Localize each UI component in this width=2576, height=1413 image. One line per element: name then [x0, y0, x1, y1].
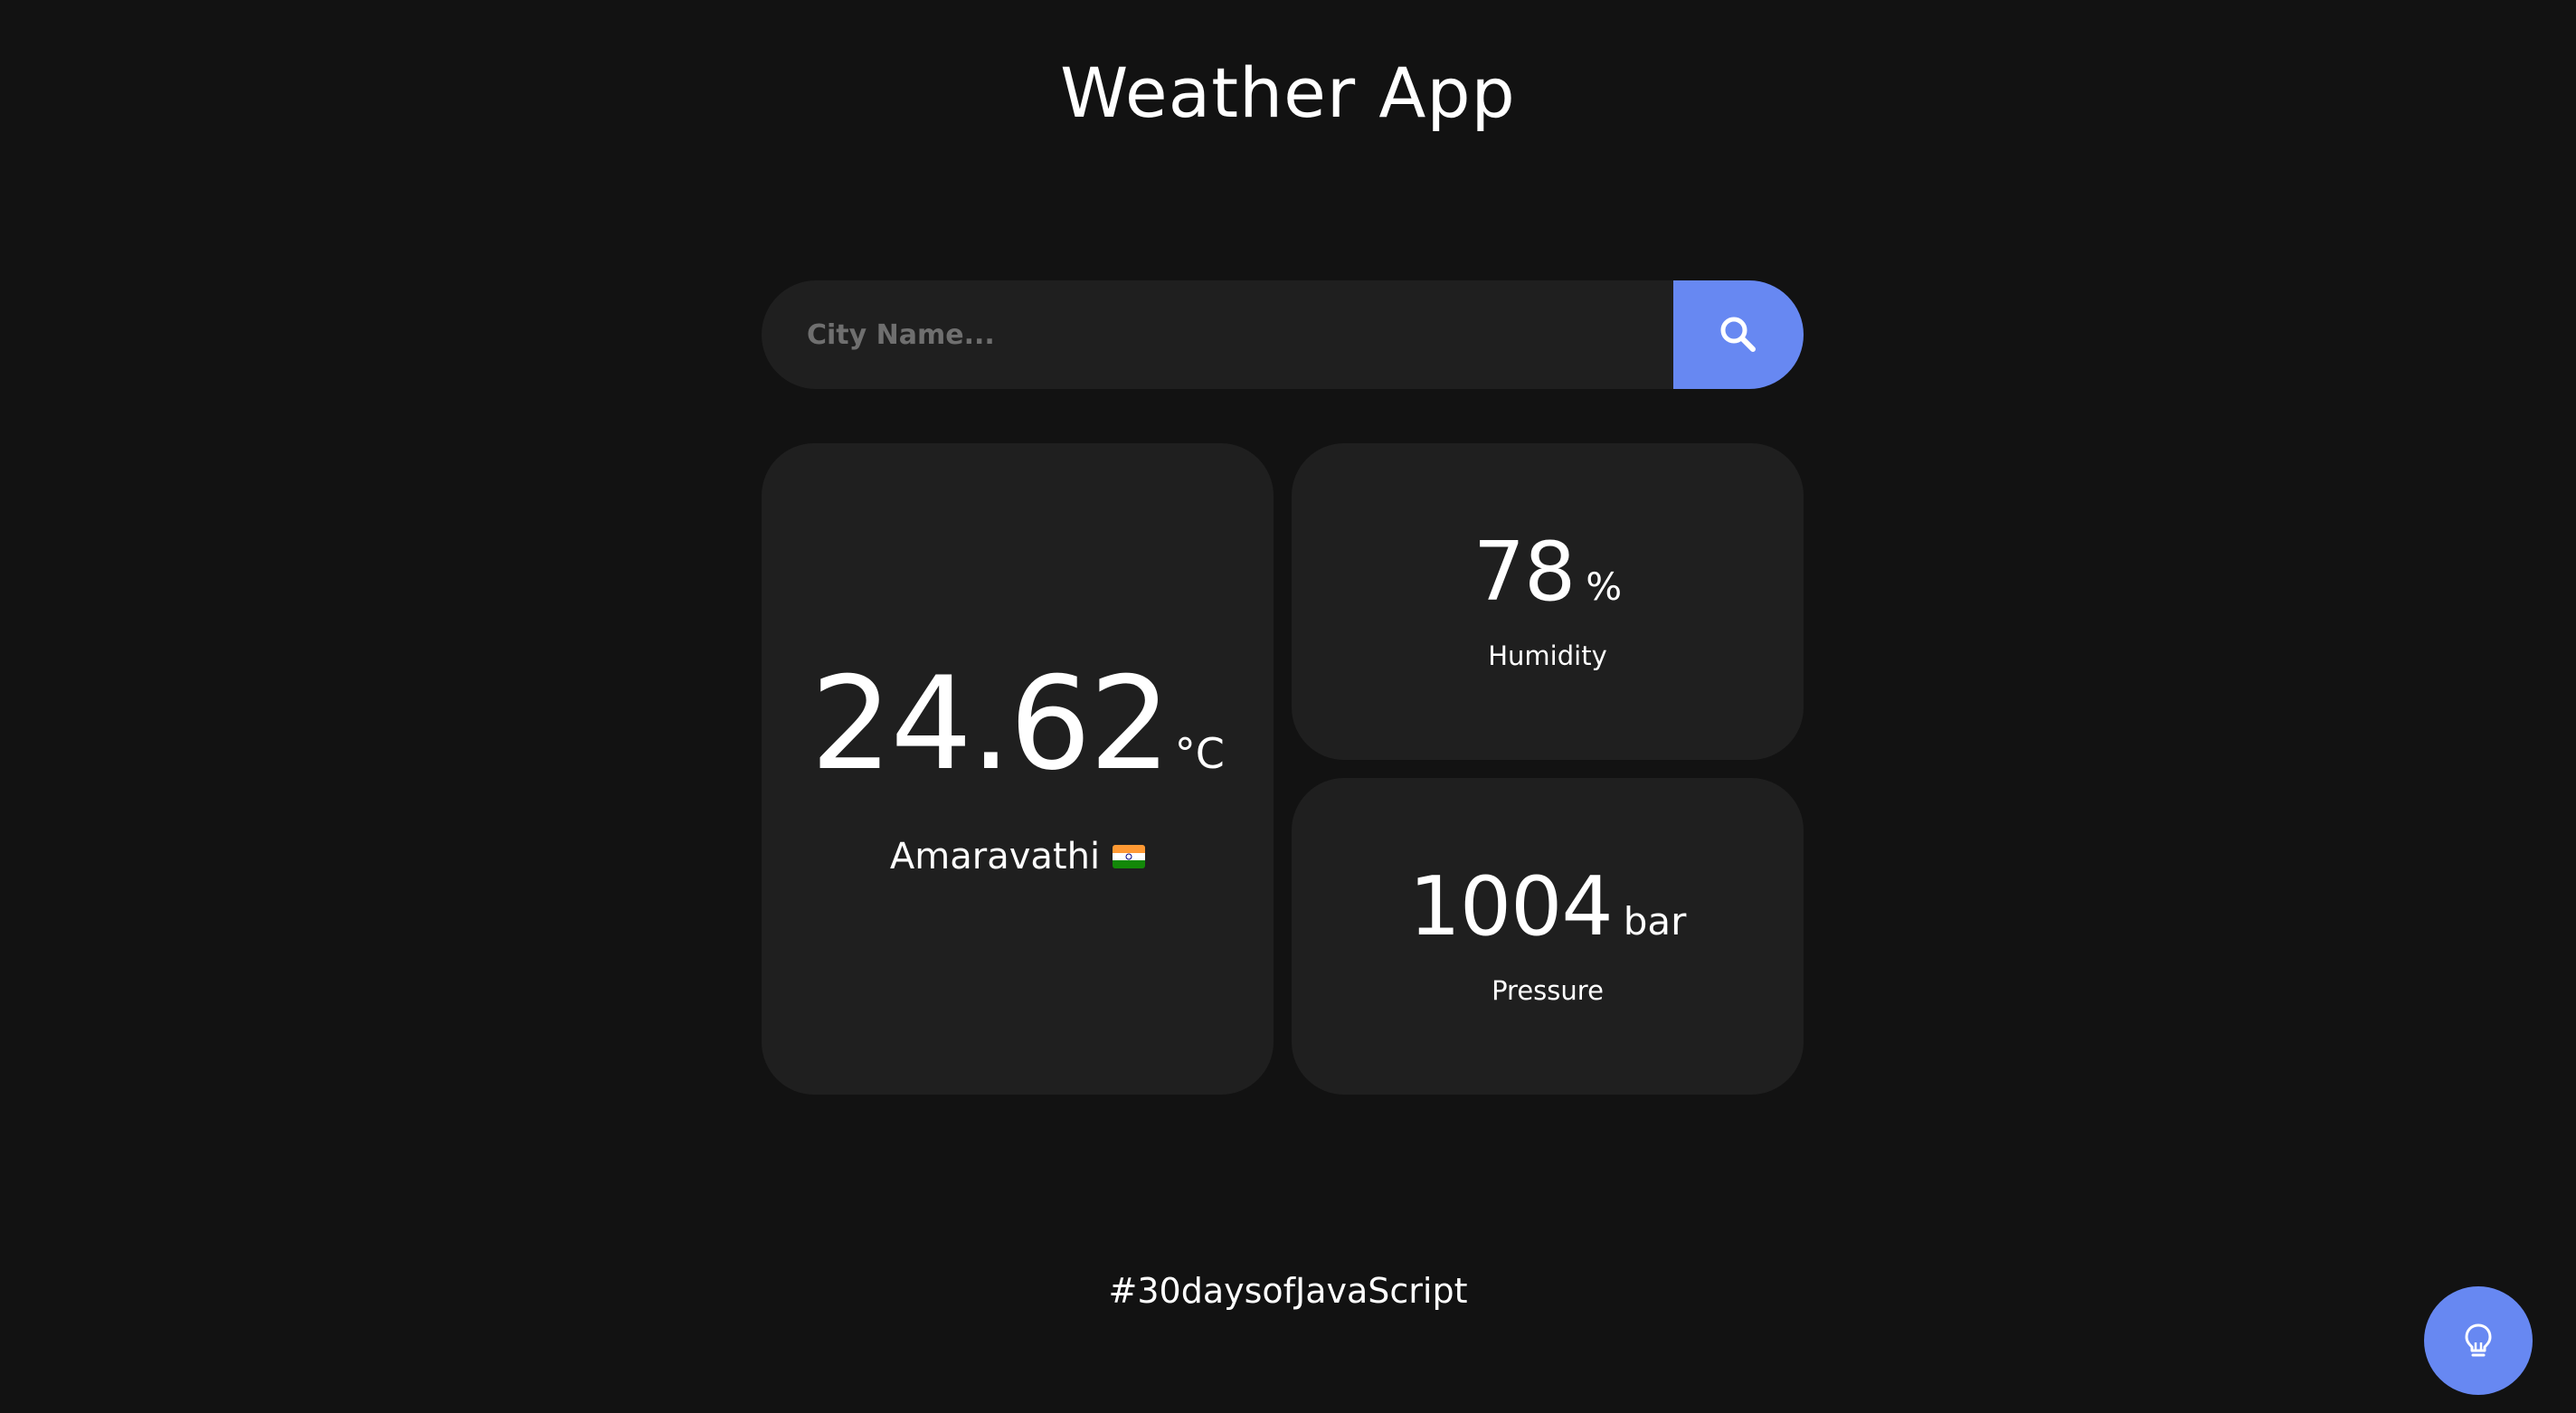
- pressure-readout: 1004 bar: [1409, 867, 1687, 948]
- page-title: Weather App: [1060, 52, 1516, 133]
- location: Amaravathi: [889, 836, 1146, 877]
- search-icon: [1720, 317, 1756, 352]
- search-button[interactable]: [1673, 280, 1804, 389]
- humidity-value: 78: [1473, 525, 1577, 620]
- temperature-readout: 24.62 °C: [810, 660, 1225, 789]
- pressure-unit: bar: [1623, 899, 1687, 944]
- humidity-label: Humidity: [1488, 640, 1607, 671]
- temperature-unit: °C: [1174, 729, 1225, 778]
- search-bar: [762, 280, 1804, 389]
- india-flag-icon: [1113, 845, 1146, 868]
- humidity-card: 78 % Humidity: [1292, 443, 1804, 760]
- pressure-card: 1004 bar Pressure: [1292, 778, 1804, 1095]
- humidity-readout: 78 %: [1473, 532, 1622, 613]
- city-name: Amaravathi: [889, 836, 1101, 877]
- tips-button[interactable]: [2424, 1286, 2533, 1395]
- humidity-unit: %: [1586, 564, 1623, 609]
- pressure-label: Pressure: [1492, 975, 1604, 1006]
- temperature-card: 24.62 °C Amaravathi: [762, 443, 1274, 1095]
- lightbulb-icon: [2465, 1323, 2492, 1357]
- footer-hashtag: #30daysofJavaScript: [1108, 1271, 1468, 1311]
- pressure-value: 1004: [1408, 859, 1614, 954]
- search-input[interactable]: [762, 280, 1673, 389]
- temperature-value: 24.62: [810, 650, 1171, 799]
